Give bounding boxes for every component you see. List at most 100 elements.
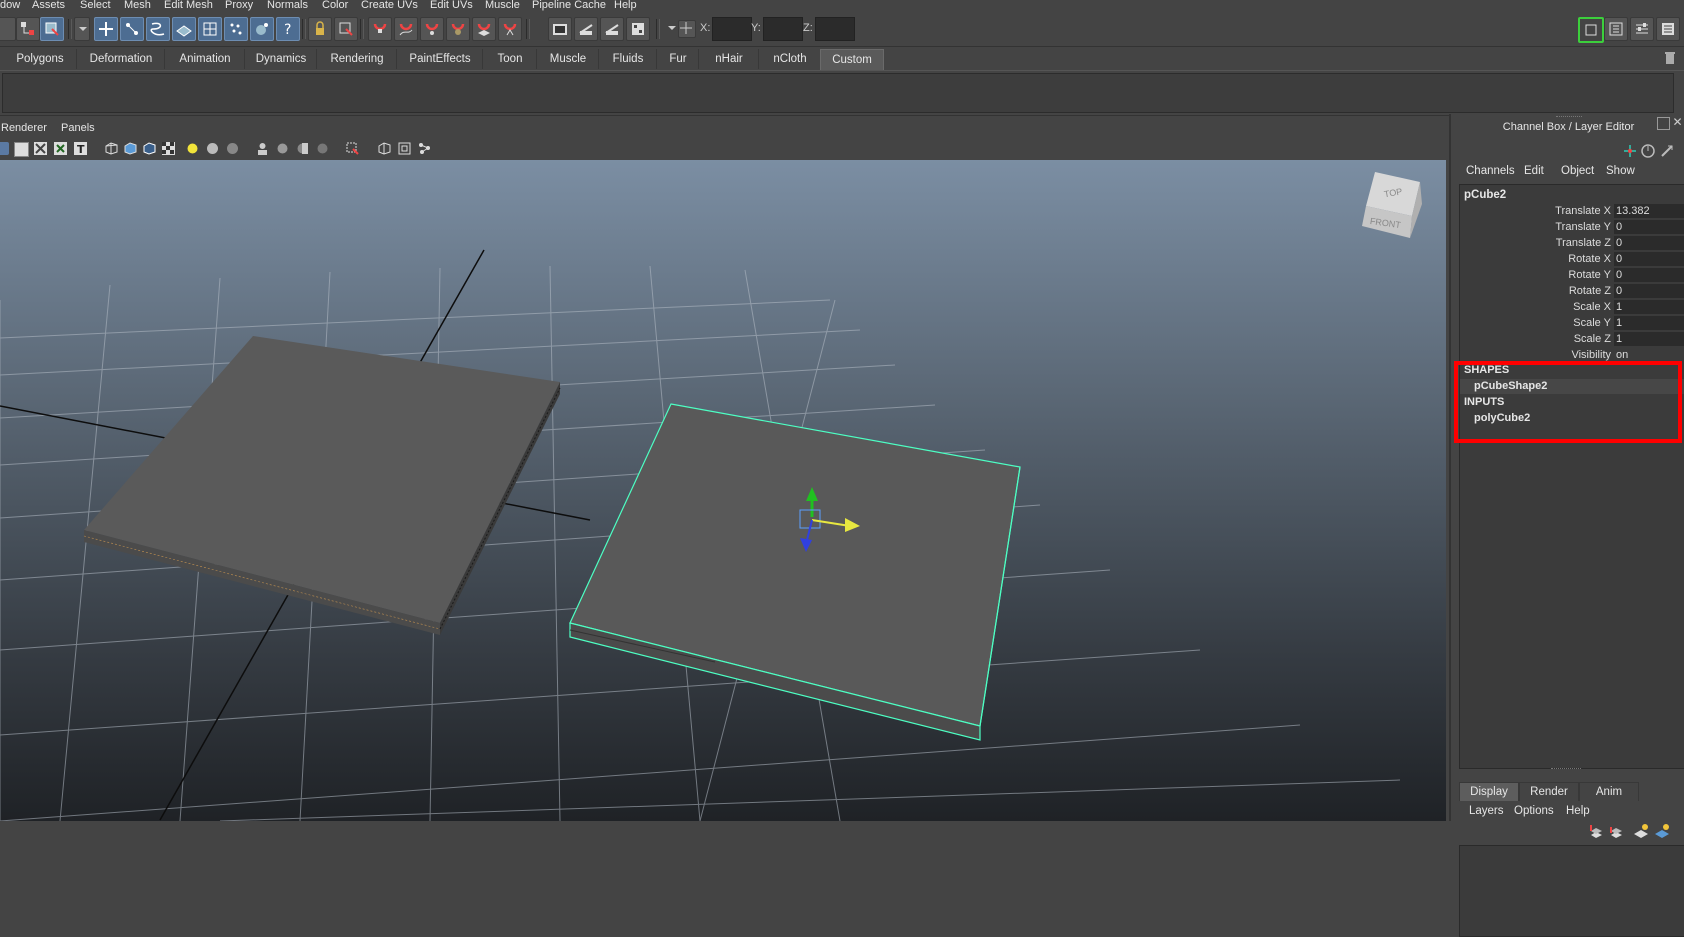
menu-select[interactable]: Select [80,0,111,11]
selected-object-name[interactable]: pCube2 [1464,189,1506,201]
hyper-link-icon[interactable] [1660,144,1674,158]
channel-value-field[interactable]: 13.382 [1614,204,1684,218]
make-live-icon[interactable] [498,17,522,41]
snap-to-projected-center-icon[interactable] [446,17,470,41]
menu-edit-mesh[interactable]: Edit Mesh [164,0,213,11]
menu-color[interactable]: Color [322,0,348,11]
manipulator-options-icon[interactable] [1623,144,1637,158]
menu-edit-uvs[interactable]: Edit UVs [430,0,473,11]
layer-menu-options[interactable]: Options [1514,805,1554,817]
isolate-select-icon[interactable] [256,142,269,155]
shelf-tab-rendering[interactable]: Rendering [318,49,397,69]
shelf-tab-dynamics[interactable]: Dynamics [246,49,317,69]
ipr-render-icon[interactable] [600,17,624,41]
select-arrow-icon[interactable] [0,17,16,41]
cb-menu-edit[interactable]: Edit [1524,165,1544,177]
screen-space-ao-icon[interactable] [276,142,289,155]
menu-proxy[interactable]: Proxy [225,0,253,11]
channel-row-translate-z[interactable]: Translate Z 0 [1460,236,1684,251]
anti-aliasing-icon[interactable] [316,142,329,155]
cb-menu-channels[interactable]: Channels [1466,165,1515,177]
menu-create-uvs[interactable]: Create UVs [361,0,418,11]
select-vertex-icon[interactable] [94,17,118,41]
channel-value-field[interactable]: 0 [1614,220,1684,234]
menu-window[interactable]: dow [0,0,20,11]
highlight-selection-icon[interactable] [334,17,358,41]
xray-selection-icon[interactable] [346,142,359,155]
channel-row-translate-x[interactable]: Translate X 13.382 [1460,204,1684,219]
channel-value-field[interactable]: 0 [1614,236,1684,250]
shelf-tab-deformation[interactable]: Deformation [78,49,165,69]
close-panel-icon[interactable]: ✕ [1671,116,1684,129]
channel-value-field[interactable]: 1 [1614,316,1684,330]
menu-normals[interactable]: Normals [267,0,308,11]
select-object-mode-icon[interactable] [40,17,64,41]
snap-to-view-plane-icon[interactable] [472,17,496,41]
layer-tab-display[interactable]: Display [1459,782,1519,801]
channel-row-scale-z[interactable]: Scale Z 1 [1460,332,1684,347]
shelf-tab-toon[interactable]: Toon [484,49,537,69]
float-panel-icon[interactable] [1657,117,1670,130]
shadows-icon[interactable] [206,142,219,155]
shelf-tab-nhair[interactable]: nHair [700,49,759,69]
default-lighting-icon[interactable] [186,142,199,155]
xray-icon[interactable] [378,142,391,155]
perspective-viewport[interactable]: TOP FRONT [0,160,1446,821]
channel-row-rotate-x[interactable]: Rotate X 0 [1460,252,1684,267]
select-curve-icon[interactable] [146,17,170,41]
channel-value-field[interactable]: on [1614,348,1684,362]
menu-mesh[interactable]: Mesh [124,0,151,11]
select-rendering-icon[interactable] [250,17,274,41]
menu-assets[interactable]: Assets [32,0,65,11]
shelf-tab-muscle[interactable]: Muscle [538,49,599,69]
render-view-icon[interactable] [548,17,572,41]
select-deformation-icon[interactable] [198,17,222,41]
cb-menu-show[interactable]: Show [1606,165,1635,177]
channel-value-field[interactable]: 0 [1614,284,1684,298]
tool-settings-toggle-icon[interactable] [1630,17,1654,41]
channel-value-field[interactable]: 1 [1614,300,1684,314]
select-hierarchy-icon[interactable] [16,17,40,41]
coord-x-field[interactable] [712,17,752,41]
attribute-editor-toggle-icon[interactable] [1604,17,1628,41]
channel-row-scale-y[interactable]: Scale Y 1 [1460,316,1684,331]
shelf-tab-fluids[interactable]: Fluids [600,49,657,69]
snap-to-point-icon[interactable] [420,17,444,41]
input-mode-dropdown-icon[interactable] [664,17,678,39]
wireframe-on-shaded-icon[interactable] [143,142,156,155]
channel-value-field[interactable]: 0 [1614,252,1684,266]
show-hide-modeling-toolkit-icon[interactable] [1578,17,1604,43]
shelf-trash-icon[interactable] [1664,51,1676,65]
menu-muscle[interactable]: Muscle [485,0,520,11]
hardware-texture-icon[interactable] [226,142,239,155]
absolute-transform-icon[interactable] [678,20,696,38]
channel-row-rotate-z[interactable]: Rotate Z 0 [1460,284,1684,299]
panel-menu-panels[interactable]: Panels [61,122,95,134]
resolution-gate-icon[interactable]: T [74,142,87,156]
layer-list[interactable] [1459,845,1684,937]
image-plane-icon[interactable] [14,142,29,157]
layer-menu-layers[interactable]: Layers [1469,805,1504,817]
select-misc-help-icon[interactable]: ? [276,17,300,41]
xray-joints-icon[interactable] [398,142,411,155]
motion-blur-icon[interactable] [296,142,309,155]
lock-selection-icon[interactable] [308,17,332,41]
snap-to-grid-icon[interactable] [368,17,392,41]
dropdown-arrow-icon[interactable] [74,17,90,41]
move-layer-up-icon[interactable] [1588,823,1604,839]
select-surface-icon[interactable] [172,17,196,41]
xray-components-icon[interactable] [418,142,431,155]
smooth-shade-icon[interactable] [124,142,137,155]
panel-menu-renderer[interactable]: Renderer [1,122,47,134]
create-empty-layer-icon[interactable] [1633,823,1649,839]
channel-row-translate-y[interactable]: Translate Y 0 [1460,220,1684,235]
select-dynamics-icon[interactable] [224,17,248,41]
splitter-handle[interactable] [1551,768,1581,772]
film-gate-icon[interactable] [54,142,67,155]
snap-to-curve-icon[interactable] [394,17,418,41]
shelf-tab-animation[interactable]: Animation [166,49,245,69]
wireframe-icon[interactable] [105,142,118,155]
move-layer-down-icon[interactable] [1608,823,1624,839]
layer-tab-render[interactable]: Render [1519,782,1579,801]
menu-help[interactable]: Help [614,0,637,11]
